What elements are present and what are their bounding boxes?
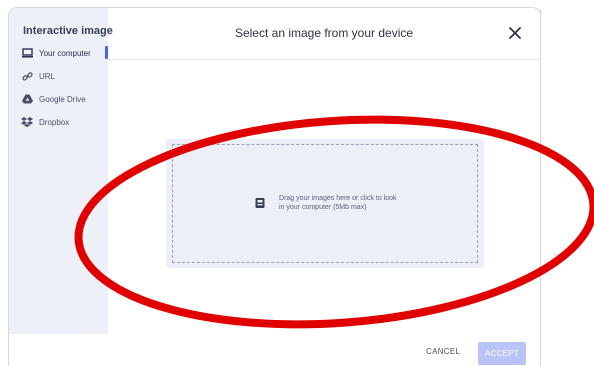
cancel-button[interactable]: CANCEL [426, 347, 460, 356]
sidebar-title: Interactive image [23, 25, 113, 37]
sidebar-item-label: Dropbox [39, 117, 70, 127]
sidebar: Interactive image Your computer URL Goog… [9, 8, 113, 334]
sidebar-item-your-computer[interactable]: Your computer [21, 45, 91, 61]
upload-dropzone[interactable]: Drag your images here or click to look i… [166, 139, 484, 268]
sidebar-item-google-drive[interactable]: Google Drive [21, 91, 86, 107]
image-picker-dialog: Interactive image Your computer URL Goog… [9, 8, 540, 366]
sidebar-item-label: Your computer [39, 48, 91, 58]
dialog-footer: CANCEL ACCEPT [108, 334, 540, 366]
link-icon [21, 70, 33, 82]
dropzone-line-2: in your computer (5Mb max) [279, 204, 367, 211]
google-drive-icon [21, 93, 33, 105]
close-icon [509, 27, 521, 39]
close-button[interactable] [507, 25, 523, 41]
sidebar-item-label: URL [39, 71, 56, 81]
accept-button[interactable]: ACCEPT [478, 342, 526, 365]
sidebar-item-dropbox[interactable]: Dropbox [21, 114, 69, 130]
laptop-icon [21, 47, 33, 59]
sidebar-item-url[interactable]: URL [21, 68, 55, 84]
dropbox-icon [21, 116, 33, 128]
dialog-header: Select an image from your device [108, 8, 540, 60]
dropzone-instructions: Drag your images here or click to look i… [279, 194, 419, 212]
backdrop-right [539, 0, 594, 366]
dialog-title: Select an image from your device [234, 26, 414, 40]
upload-image-icon [254, 196, 266, 208]
sidebar-item-label: Google Drive [39, 94, 86, 104]
backdrop-edge [540, 10, 541, 366]
dropzone-line-1: Drag your images here or click to look [279, 195, 397, 202]
backdrop-left [0, 0, 9, 366]
